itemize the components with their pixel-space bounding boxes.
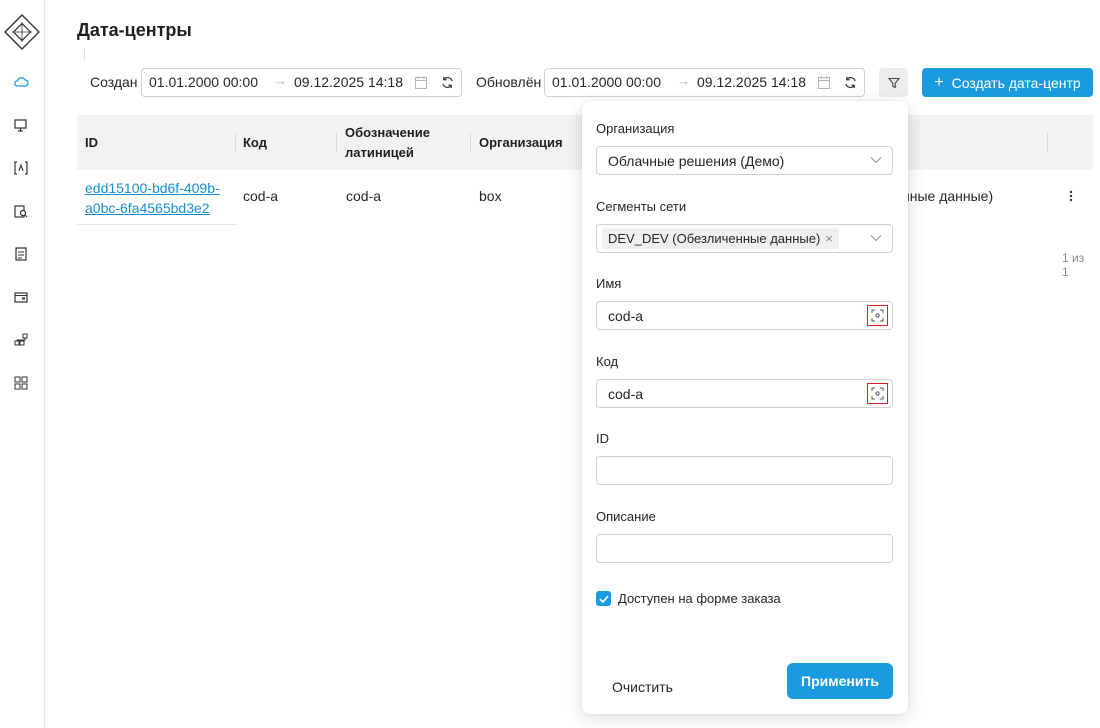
row-more-icon[interactable] — [1069, 189, 1073, 203]
id-label: ID — [596, 431, 609, 446]
row-code: cod-a — [243, 188, 279, 204]
name-input[interactable]: cod-a — [596, 301, 893, 330]
order-form-label[interactable]: Доступен на форме заказа — [618, 591, 781, 606]
filter-button[interactable] — [879, 68, 908, 97]
sidebar — [0, 0, 45, 728]
clear-button[interactable]: Очистить — [600, 674, 685, 700]
row-latin: cod-a — [346, 188, 382, 204]
column-divider — [470, 133, 471, 153]
updated-to-date[interactable]: 09.12.2025 14:18 — [697, 74, 806, 90]
list-icon[interactable] — [13, 246, 29, 262]
app-logo[interactable] — [4, 14, 40, 50]
grid-icon[interactable] — [13, 375, 29, 391]
segments-select[interactable]: DEV_DEV (Обезличенные данные) × — [596, 224, 893, 253]
code-value: cod-a — [608, 386, 644, 402]
column-header-id[interactable]: ID — [85, 115, 98, 170]
row-segment: нные данные) — [902, 188, 994, 204]
org-value: Облачные решения (Демо) — [608, 153, 785, 169]
chevron-down-icon — [870, 157, 882, 164]
segments-label: Сегменты сети — [596, 199, 687, 214]
id-input[interactable] — [596, 456, 893, 485]
bracket-icon[interactable] — [13, 160, 29, 176]
wallet-icon[interactable] — [13, 289, 29, 305]
row-id-link[interactable]: edd15100-bd6f-409b-a0bc-6fa4565bd3e2 — [85, 178, 225, 218]
chevron-down-icon — [870, 235, 882, 242]
created-from-date[interactable]: 01.01.2000 00:00 — [149, 74, 258, 90]
order-form-checkbox[interactable] — [596, 591, 611, 606]
created-filter-label: Создан — [90, 74, 138, 90]
create-datacenter-button[interactable]: + Создать дата-центр — [922, 68, 1093, 97]
arrow-right-icon: → — [274, 73, 287, 88]
org-select[interactable]: Облачные решения (Демо) — [596, 146, 893, 175]
column-header-org[interactable]: Организация — [479, 115, 563, 170]
created-to-date[interactable]: 09.12.2025 14:18 — [294, 74, 403, 90]
name-label: Имя — [596, 276, 622, 291]
updated-from-date[interactable]: 01.01.2000 00:00 — [552, 74, 661, 90]
calendar-icon[interactable] — [415, 76, 427, 89]
create-datacenter-label: Создать дата-центр — [951, 74, 1081, 91]
description-label: Описание — [596, 509, 656, 524]
segment-tag-label: DEV_DEV (Обезличенные данные) — [608, 231, 821, 246]
pagination-info: 1 из 1 — [1062, 251, 1085, 279]
funnel-icon — [887, 77, 900, 88]
calendar-icon[interactable] — [818, 76, 830, 89]
code-input[interactable]: cod-a — [596, 379, 893, 408]
created-refresh-button[interactable] — [433, 68, 462, 97]
cloud-icon[interactable] — [13, 74, 29, 90]
updated-date-range[interactable]: 01.01.2000 00:00 → 09.12.2025 14:18 — [544, 68, 837, 97]
column-divider — [336, 133, 337, 153]
filter-popup: Организация Облачные решения (Демо) Сегм… — [582, 101, 908, 714]
page-title: Дата-центры — [77, 20, 192, 40]
row-org: box — [479, 188, 502, 204]
refresh-icon — [441, 76, 453, 89]
row-divider — [77, 224, 237, 225]
org-label: Организация — [596, 121, 675, 136]
column-header-latin[interactable]: Обозначение латиницей — [345, 115, 455, 170]
checkmark-icon — [598, 594, 609, 603]
apply-button[interactable]: Применить — [787, 663, 893, 699]
column-header-code[interactable]: Код — [243, 115, 267, 170]
description-input[interactable] — [596, 534, 893, 563]
segment-tag: DEV_DEV (Обезличенные данные) × — [602, 228, 839, 249]
monitor-icon[interactable] — [13, 117, 29, 133]
hierarchy-icon[interactable] — [13, 332, 29, 348]
name-value: cod-a — [608, 308, 644, 324]
clipboard-search-icon[interactable] — [13, 203, 29, 219]
tag-close-icon[interactable]: × — [825, 231, 833, 246]
updated-filter-label: Обновлён — [476, 74, 542, 90]
column-divider — [235, 133, 236, 153]
created-date-range[interactable]: 01.01.2000 00:00 → 09.12.2025 14:18 — [141, 68, 434, 97]
code-label: Код — [596, 354, 619, 369]
title-divider — [84, 49, 85, 59]
arrow-right-icon: → — [677, 73, 690, 88]
refresh-icon — [844, 76, 856, 89]
updated-refresh-button[interactable] — [836, 68, 865, 97]
plus-icon: + — [934, 73, 944, 91]
column-divider — [1047, 133, 1048, 153]
scan-icon[interactable] — [867, 305, 888, 326]
scan-icon[interactable] — [867, 383, 888, 404]
